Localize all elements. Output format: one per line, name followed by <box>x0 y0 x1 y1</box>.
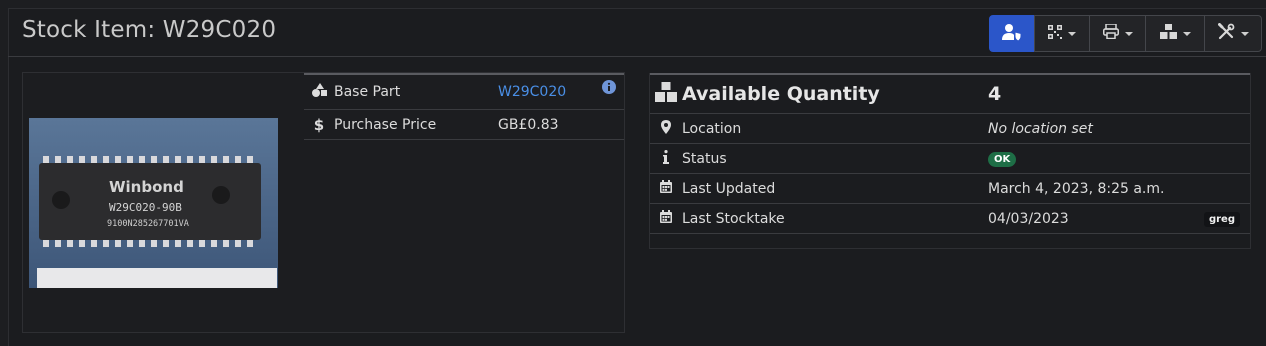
shapes-icon <box>304 73 334 110</box>
user-permission-button[interactable] <box>989 15 1035 52</box>
chevron-down-icon <box>1240 31 1249 36</box>
available-quantity-label: Available Quantity <box>682 73 988 114</box>
base-part-label: Base Part <box>334 73 498 110</box>
base-part-link[interactable]: W29C020 <box>498 73 594 110</box>
tools-actions-button[interactable] <box>1204 15 1262 52</box>
part-image[interactable]: Winbond W29C020-90B 9100N285267701VA <box>29 118 278 288</box>
part-info-table: Base Part W29C020 $ Purchase Price GB£0.… <box>304 73 624 140</box>
base-part-row: Base Part W29C020 <box>304 73 624 110</box>
map-pin-icon <box>650 113 682 144</box>
location-label: Location <box>682 113 988 144</box>
last-stocktake-value: 04/03/2023 <box>988 203 1200 234</box>
barcode-actions-button[interactable] <box>1034 15 1090 52</box>
chip-brand-text: Winbond <box>109 178 184 196</box>
location-value: No location set <box>988 113 1200 144</box>
stocktake-user-badge[interactable]: greg <box>1203 212 1240 227</box>
dollar-icon: $ <box>304 109 334 140</box>
boxes-icon <box>1159 24 1177 43</box>
user-shield-icon <box>1002 23 1022 45</box>
location-row: Location No location set <box>650 113 1250 144</box>
available-quantity-value: 4 <box>988 73 1200 114</box>
tools-icon <box>1217 23 1235 44</box>
purchase-price-row: $ Purchase Price GB£0.83 <box>304 109 624 140</box>
last-updated-value: March 4, 2023, 8:25 a.m. <box>988 173 1200 204</box>
boxes-icon <box>650 73 682 114</box>
available-quantity-row: Available Quantity 4 <box>650 73 1250 114</box>
print-actions-button[interactable] <box>1089 15 1146 52</box>
status-row: Status OK <box>650 143 1250 174</box>
last-updated-label: Last Updated <box>682 173 988 204</box>
calendar-icon <box>650 203 682 234</box>
info-icon[interactable] <box>594 73 624 110</box>
stock-actions-button[interactable] <box>1145 15 1205 52</box>
qrcode-icon <box>1048 24 1062 43</box>
calendar-icon <box>650 173 682 204</box>
action-toolbar <box>989 15 1262 53</box>
chip-model-text: W29C020-90B <box>109 201 182 214</box>
chip-serial-text: 9100N285267701VA <box>107 219 189 229</box>
status-badge: OK <box>988 152 1017 167</box>
printer-icon <box>1102 23 1119 43</box>
chevron-down-icon <box>1068 31 1076 36</box>
status-label: Status <box>682 143 988 174</box>
last-updated-row: Last Updated March 4, 2023, 8:25 a.m. <box>650 173 1250 204</box>
purchase-price-label: Purchase Price <box>334 109 498 140</box>
stock-info-table: Available Quantity 4 Location No locatio… <box>650 73 1250 234</box>
chevron-down-icon <box>1182 31 1191 36</box>
chevron-down-icon <box>1124 31 1133 36</box>
purchase-price-value: GB£0.83 <box>498 109 594 140</box>
last-stocktake-label: Last Stocktake <box>682 203 988 234</box>
info-icon <box>650 143 682 174</box>
page-title: Stock Item: W29C020 <box>22 17 277 43</box>
last-stocktake-row: Last Stocktake 04/03/2023 greg <box>650 203 1250 234</box>
